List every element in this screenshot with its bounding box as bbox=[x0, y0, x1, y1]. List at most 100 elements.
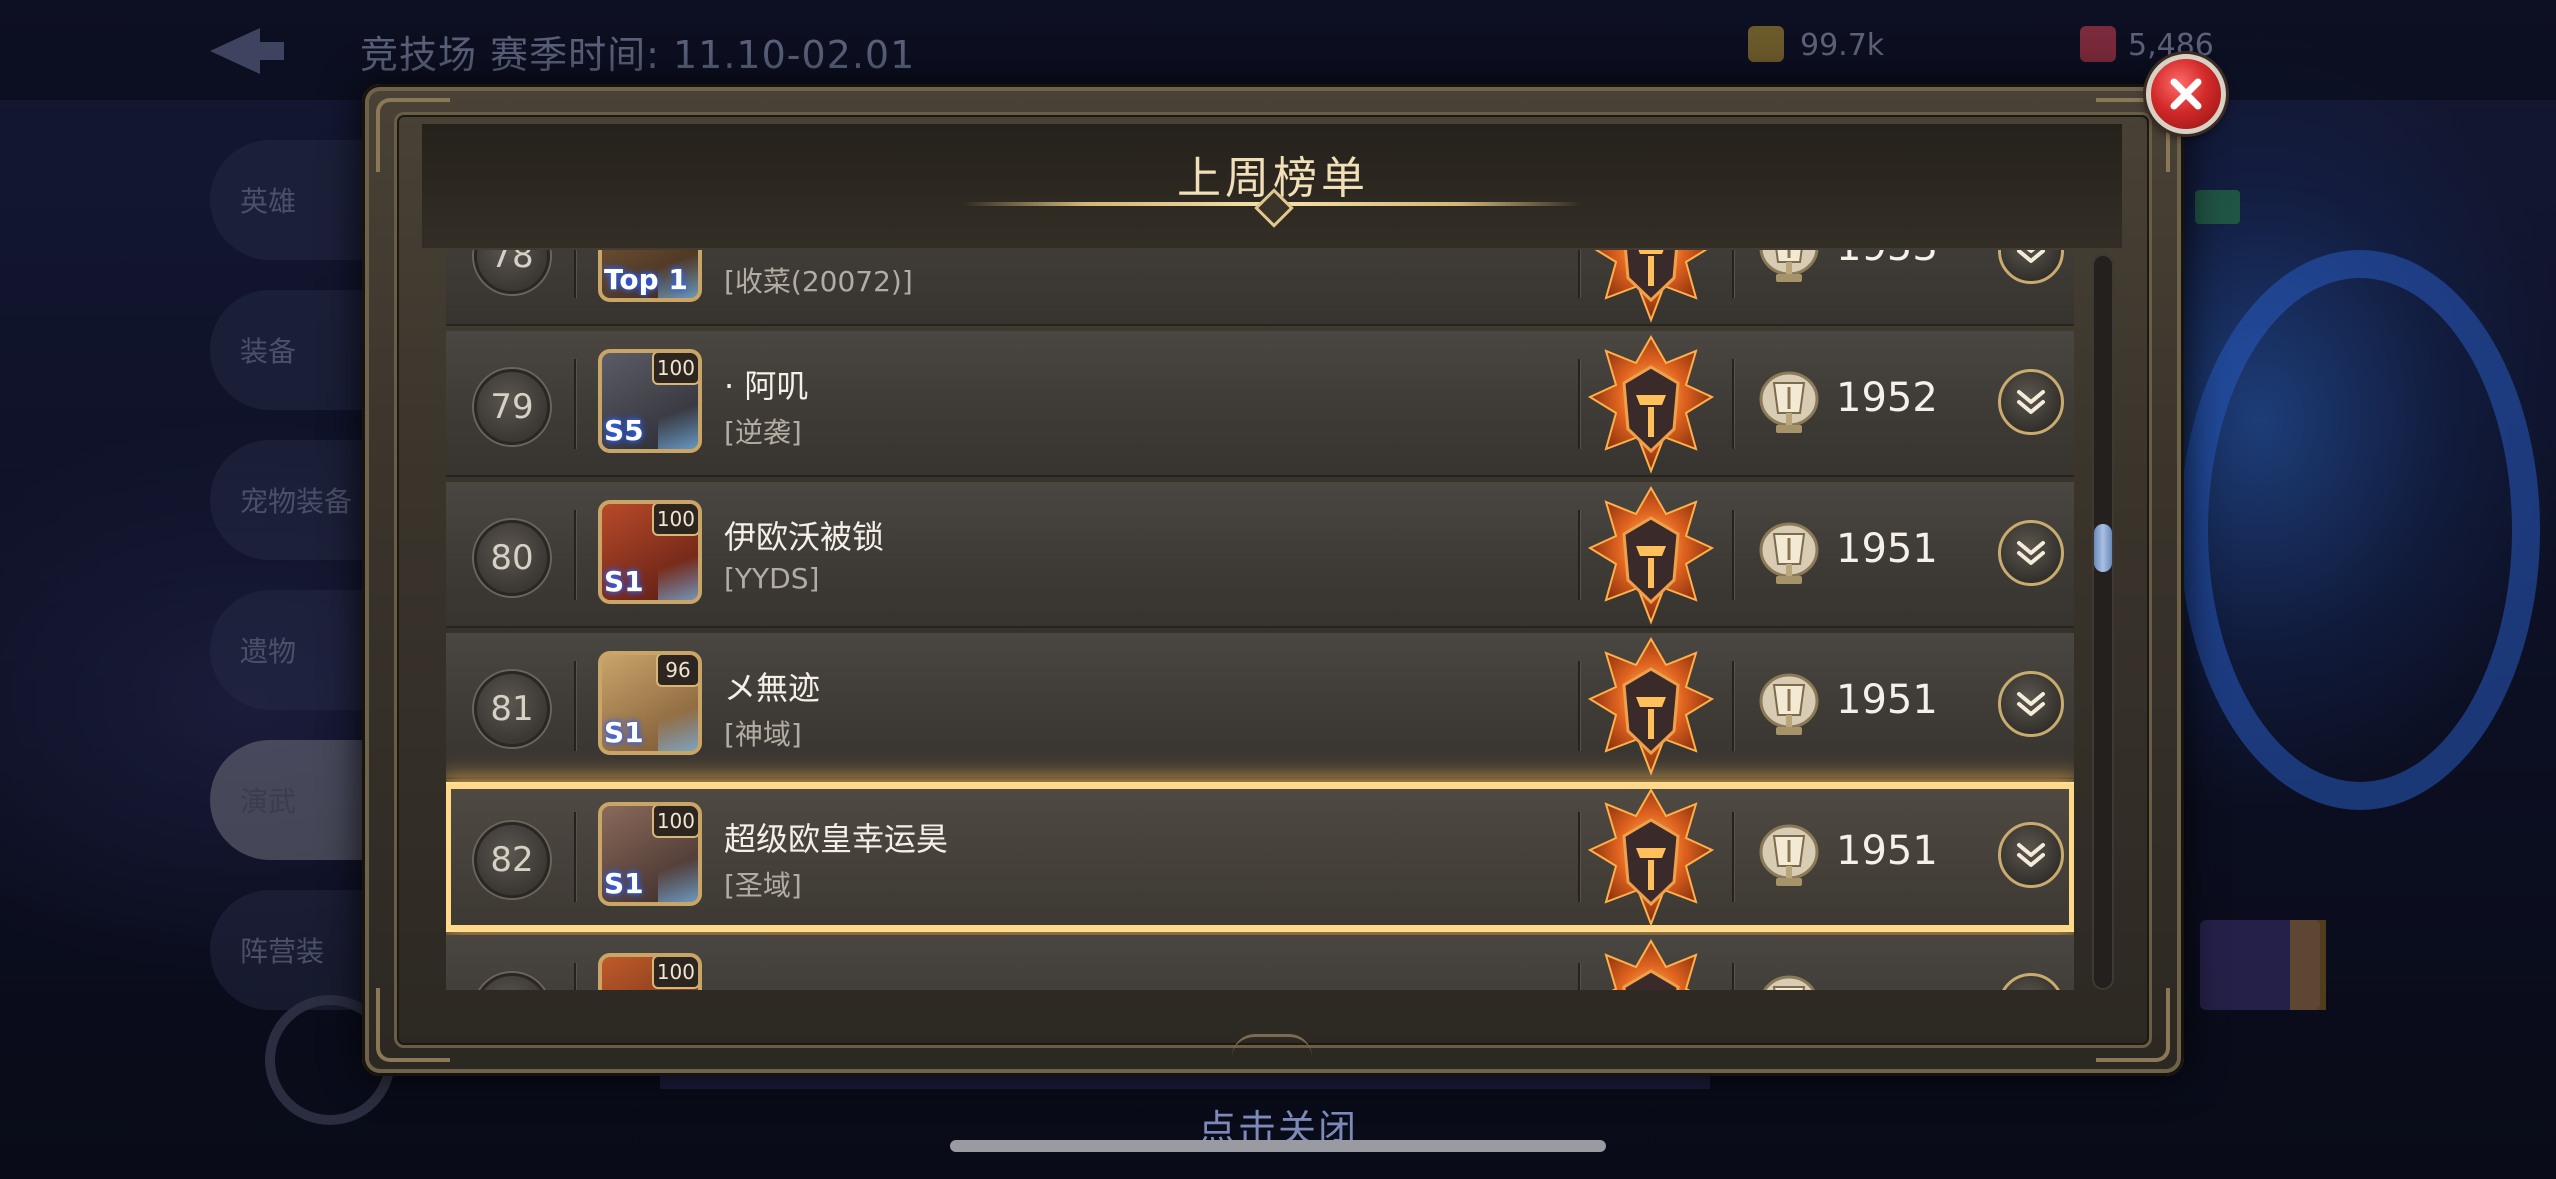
player-name: メ無迹 bbox=[724, 669, 821, 707]
divider bbox=[1732, 359, 1734, 449]
avatar-frame-wing bbox=[658, 550, 698, 600]
leaderboard-row[interactable]: 81 S1 96 メ無迹 [神域] 1951 bbox=[446, 633, 2074, 779]
scrollbar-thumb[interactable] bbox=[2094, 524, 2112, 572]
bottom-ornament bbox=[1232, 1034, 1312, 1057]
tier-emblem-icon bbox=[1586, 635, 1716, 777]
divider bbox=[1732, 963, 1734, 990]
player-level: 100 bbox=[651, 504, 698, 536]
score-value: 1951 bbox=[1836, 677, 1938, 723]
tier-emblem-icon bbox=[1586, 484, 1716, 626]
gem-icon bbox=[2080, 26, 2116, 62]
player-avatar[interactable]: S1 96 bbox=[598, 651, 702, 755]
chevron-down-icon bbox=[2011, 684, 2051, 724]
avatar-frame-wing bbox=[658, 399, 698, 449]
player-level: 100 bbox=[651, 957, 698, 989]
divider bbox=[574, 812, 576, 902]
trophy-icon bbox=[1756, 822, 1822, 892]
chevron-down-icon bbox=[2011, 533, 2051, 573]
divider bbox=[1732, 510, 1734, 600]
close-button[interactable] bbox=[2146, 54, 2226, 134]
score-value: 1952 bbox=[1836, 375, 1938, 421]
background-strip bbox=[660, 1075, 1710, 1089]
rank-badge: 83 bbox=[474, 973, 550, 990]
avatar-badge: S1 bbox=[604, 565, 644, 598]
avatar-badge: S1 bbox=[604, 716, 644, 749]
divider bbox=[574, 661, 576, 751]
tier-emblem-icon bbox=[1586, 250, 1716, 324]
divider bbox=[1578, 661, 1580, 751]
divider bbox=[1578, 359, 1580, 449]
leaderboard-list[interactable]: 78 Top 1 寻找超万时你 [收菜(20072)] 1953 79 bbox=[446, 250, 2074, 990]
player-level: 96 bbox=[656, 655, 698, 687]
player-avatar[interactable]: Top 1 bbox=[598, 250, 702, 302]
player-level: 100 bbox=[651, 806, 698, 838]
player-avatar[interactable]: S1 100 bbox=[598, 802, 702, 906]
divider bbox=[1578, 250, 1580, 298]
divider bbox=[574, 510, 576, 600]
trophy-icon bbox=[1756, 520, 1822, 590]
trophy-icon bbox=[1756, 671, 1822, 741]
divider bbox=[1578, 963, 1580, 990]
guild-name: [圣域] bbox=[724, 869, 802, 902]
tier-emblem-icon bbox=[1586, 937, 1716, 990]
score-value: 1953 bbox=[1836, 250, 1938, 270]
score-value: 1951 bbox=[1836, 828, 1938, 874]
guild-name: [YYDS] bbox=[724, 562, 820, 595]
rank-badge: 79 bbox=[474, 369, 550, 445]
chevron-down-icon bbox=[2011, 382, 2051, 422]
trophy-icon bbox=[1756, 250, 1822, 288]
currency-1: 99.7k bbox=[1800, 28, 1885, 63]
avatar-frame-wing bbox=[658, 852, 698, 902]
frame-corner bbox=[2096, 988, 2170, 1062]
player-name: · 阿叽 bbox=[724, 367, 809, 405]
chevron-down-icon bbox=[2011, 250, 2051, 271]
divider bbox=[574, 359, 576, 449]
expand-row-button[interactable] bbox=[1998, 671, 2064, 737]
scrollbar-track[interactable] bbox=[2092, 254, 2114, 990]
rank-badge: 78 bbox=[474, 250, 550, 294]
expand-row-button[interactable] bbox=[1998, 250, 2064, 284]
avatar-frame-wing bbox=[658, 701, 698, 751]
trophy-icon bbox=[1756, 973, 1822, 990]
guild-name: [收菜(20072)] bbox=[724, 265, 913, 298]
divider bbox=[1578, 812, 1580, 902]
tier-emblem-icon bbox=[1586, 333, 1716, 475]
player-name: 伊欧沃被锁 bbox=[724, 518, 885, 556]
leaderboard-row[interactable]: 80 S1 100 伊欧沃被锁 [YYDS] 1951 bbox=[446, 482, 2074, 628]
guild-name: [神域] bbox=[724, 718, 802, 751]
leaderboard-row-self[interactable]: 82 S1 100 超级欧皇幸运昊 [圣域] 1951 bbox=[446, 784, 2074, 930]
player-avatar[interactable]: 100 bbox=[598, 953, 702, 990]
divider bbox=[1732, 661, 1734, 751]
game-screen: 竞技场 赛季时间: 11.10-02.01 99.7k 5,486 英雄 装备 … bbox=[0, 0, 2556, 1179]
leaderboard-rows: 78 Top 1 寻找超万时你 [收菜(20072)] 1953 79 bbox=[446, 250, 2074, 990]
leaderboard-row[interactable]: 78 Top 1 寻找超万时你 [收菜(20072)] 1953 bbox=[446, 250, 2074, 326]
player-avatar[interactable]: S5 100 bbox=[598, 349, 702, 453]
score-value: 1951 bbox=[1836, 526, 1938, 572]
tier-emblem-icon bbox=[1586, 786, 1716, 928]
season-text: 竞技场 赛季时间: 11.10-02.01 bbox=[360, 33, 916, 77]
leaderboard-row[interactable]: 83 100 bbox=[446, 935, 2074, 990]
background-badge bbox=[2195, 190, 2240, 224]
expand-row-button[interactable] bbox=[1998, 973, 2064, 990]
divider bbox=[1578, 510, 1580, 600]
background-item-edge bbox=[2290, 920, 2326, 1010]
player-avatar[interactable]: S1 100 bbox=[598, 500, 702, 604]
rank-badge: 82 bbox=[474, 822, 550, 898]
expand-row-button[interactable] bbox=[1998, 822, 2064, 888]
back-arrow-icon bbox=[210, 28, 284, 74]
close-x-icon bbox=[2170, 78, 2202, 110]
expand-row-button[interactable] bbox=[1998, 520, 2064, 586]
avatar-badge: S1 bbox=[604, 867, 644, 900]
player-level: 100 bbox=[651, 353, 698, 385]
player-name: 寻找超万时你 bbox=[724, 250, 916, 256]
divider bbox=[574, 250, 576, 298]
home-indicator[interactable] bbox=[950, 1140, 1606, 1152]
frame-corner bbox=[376, 988, 450, 1062]
divider bbox=[1732, 812, 1734, 902]
player-name: 超级欧皇幸运昊 bbox=[724, 820, 949, 858]
leaderboard-row[interactable]: 79 S5 100 · 阿叽 [逆袭] 1952 bbox=[446, 331, 2074, 477]
divider bbox=[574, 963, 576, 990]
chevron-down-icon bbox=[2011, 986, 2051, 990]
expand-row-button[interactable] bbox=[1998, 369, 2064, 435]
background-orb bbox=[2180, 250, 2540, 810]
